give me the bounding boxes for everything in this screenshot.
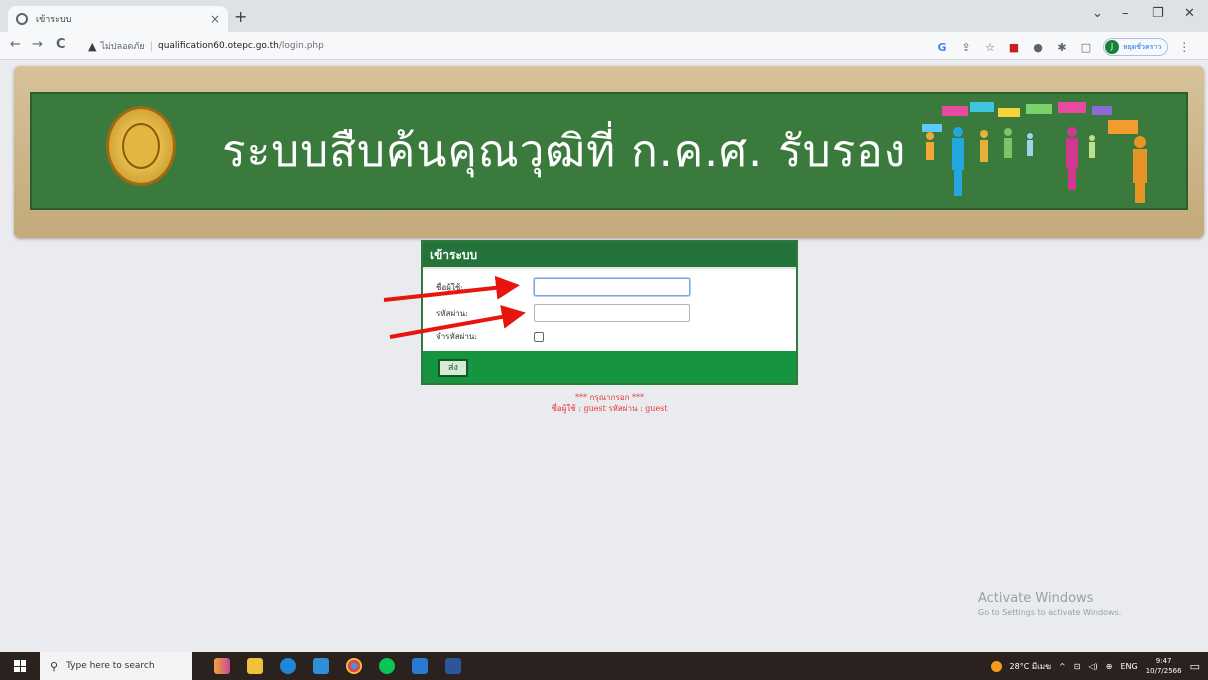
warning-icon: ▲ (88, 39, 97, 53)
avatar: J (1105, 40, 1119, 54)
tab-close-button[interactable]: × (210, 12, 220, 26)
chrome-icon[interactable] (346, 658, 362, 674)
banner-title: ระบบสืบค้นคุณวุฒิที่ ก.ค.ศ. รับรอง (222, 126, 907, 177)
profile-name: หยุดชั่วคราว (1123, 42, 1162, 51)
profile-button[interactable]: J หยุดชั่วคราว (1103, 38, 1169, 56)
notifications-icon[interactable]: ▭ (1190, 660, 1200, 673)
search-icon: ⚲ (50, 659, 59, 673)
login-header: เข้าระบบ (423, 242, 796, 269)
tab-title: เข้าระบบ (36, 15, 72, 25)
submit-button[interactable]: ส่ง (438, 359, 468, 377)
ime-icon[interactable]: ⊕ (1106, 662, 1113, 671)
extension-circle-icon[interactable]: ● (1031, 41, 1045, 54)
mail-icon[interactable] (313, 658, 329, 674)
puzzle-icon[interactable]: ✱ (1055, 41, 1069, 54)
weather-icon (990, 660, 1002, 672)
browser-toolbar: ← → C ▲ ไม่ปลอดภัย | qualification60.ote… (0, 32, 1208, 60)
login-hint: *** กรุณากรอก *** ชื่อผู้ใช้ : guest รหั… (421, 392, 798, 414)
share-icon[interactable]: ⇪ (959, 41, 973, 54)
windows-taskbar: ⚲ Type here to search 28°C มีเมฆ ^ ⊡ ◁) … (0, 652, 1208, 680)
url-path: /login.php (278, 41, 324, 51)
word-icon[interactable] (445, 658, 461, 674)
address-bar[interactable]: ▲ ไม่ปลอดภัย | qualification60.otepc.go.… (88, 35, 918, 57)
site-banner: ระบบสืบค้นคุณวุฒิที่ ก.ค.ศ. รับรอง (14, 66, 1204, 238)
login-panel: เข้าระบบ ชื่อผู้ใช้: รหัสผ่าน: จำรหัสผ่า… (421, 240, 798, 385)
login-footer: ส่ง (423, 351, 796, 383)
system-tray: 28°C มีเมฆ ^ ⊡ ◁) ⊕ ENG 9:47 10/7/2566 ▭ (990, 652, 1200, 680)
people-illustration-icon (922, 102, 1147, 203)
activate-windows-watermark: Activate Windows Go to Settings to activ… (978, 591, 1121, 617)
edge-icon[interactable] (280, 658, 296, 674)
username-row: ชื่อผู้ใช้: (436, 278, 690, 296)
search-placeholder: Type here to search (66, 661, 155, 671)
volume-icon[interactable]: ◁) (1088, 662, 1097, 671)
remember-checkbox[interactable] (534, 331, 544, 342)
new-tab-button[interactable]: + (234, 7, 247, 26)
remember-row: จำรหัสผ่าน: (436, 330, 544, 343)
back-button[interactable]: ← (10, 37, 21, 52)
language-indicator[interactable]: ENG (1120, 662, 1137, 671)
hint-line-1: *** กรุณากรอก *** (575, 393, 644, 402)
forward-button[interactable]: → (32, 37, 43, 52)
menu-icon[interactable]: ⋮ (1178, 40, 1190, 54)
google-icon[interactable]: G (935, 41, 949, 54)
clock-date: 10/7/2566 (1145, 667, 1182, 675)
password-label: รหัสผ่าน: (436, 308, 468, 318)
clock[interactable]: 9:47 10/7/2566 (1146, 656, 1182, 676)
password-input[interactable] (534, 304, 690, 322)
remember-label: จำรหัสผ่าน: (436, 332, 477, 341)
tab-search-button[interactable]: ⌄ (1092, 6, 1103, 21)
reload-button[interactable]: C (56, 37, 66, 52)
windows-logo-icon (14, 660, 26, 672)
tray-overflow-icon[interactable]: ^ (1059, 662, 1066, 671)
address-separator: | (149, 40, 153, 52)
file-explorer-icon[interactable] (247, 658, 263, 674)
banner-chalkboard: ระบบสืบค้นคุณวุฒิที่ ก.ค.ศ. รับรอง (30, 92, 1188, 210)
widgets-icon[interactable] (214, 658, 230, 674)
username-label: ชื่อผู้ใช้: (436, 282, 463, 292)
taskbar-search[interactable]: ⚲ Type here to search (40, 652, 192, 680)
toolbar-icons: G ⇪ ☆ ■ ● ✱ □ J หยุดชั่วคราว ⋮ (935, 38, 1190, 56)
store-icon[interactable] (412, 658, 428, 674)
watermark-title: Activate Windows (978, 591, 1094, 606)
start-button[interactable] (0, 652, 40, 680)
line-icon[interactable] (379, 658, 395, 674)
taskbar-apps (214, 658, 461, 674)
emblem-logo (106, 106, 176, 186)
security-status[interactable]: ไม่ปลอดภัย (100, 39, 144, 53)
star-icon[interactable]: ☆ (983, 41, 997, 54)
password-row: รหัสผ่าน: (436, 304, 690, 322)
browser-tab[interactable]: เข้าระบบ × (8, 6, 228, 32)
hint-line-2: ชื่อผู้ใช้ : guest รหัสผ่าน : guest (551, 404, 668, 413)
restore-button[interactable]: ❐ (1152, 6, 1164, 21)
browser-tabstrip: เข้าระบบ × + ⌄ – ❐ ✕ (0, 0, 1208, 32)
username-input[interactable] (534, 278, 690, 296)
weather-text[interactable]: 28°C มีเมฆ (1010, 660, 1052, 673)
minimize-button[interactable]: – (1122, 6, 1129, 21)
close-window-button[interactable]: ✕ (1184, 6, 1195, 21)
globe-icon (16, 13, 28, 25)
sidepanel-icon[interactable]: □ (1079, 41, 1093, 54)
network-icon[interactable]: ⊡ (1074, 662, 1081, 671)
url-text[interactable]: qualification60.otepc.go.th/login.php (158, 41, 324, 51)
url-host: qualification60.otepc.go.th (158, 41, 279, 51)
extension-red-icon[interactable]: ■ (1007, 41, 1021, 54)
clock-time: 9:47 (1155, 657, 1172, 665)
watermark-subtitle: Go to Settings to activate Windows. (978, 608, 1122, 617)
